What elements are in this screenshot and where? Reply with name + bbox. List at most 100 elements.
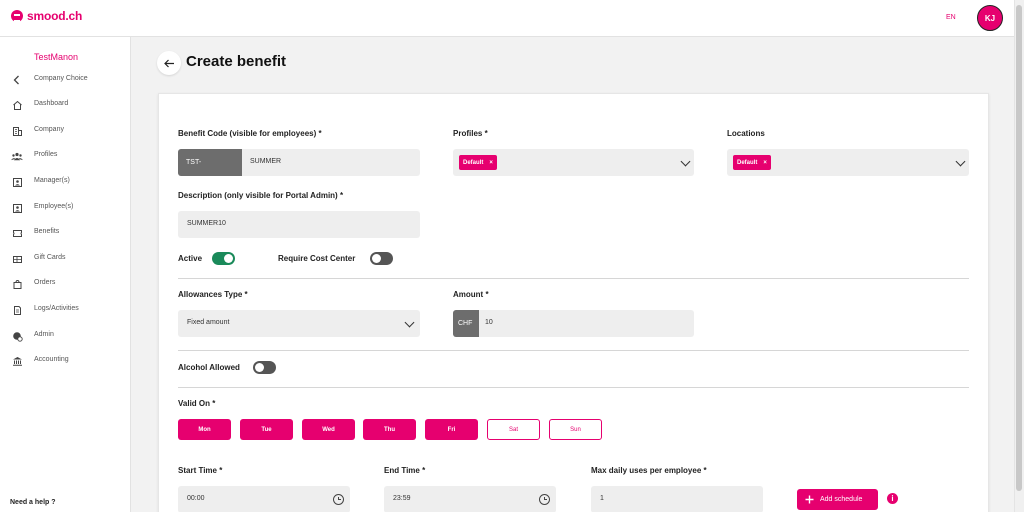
alcohol-allowed-label: Alcohol Allowed: [178, 363, 240, 372]
arrow-left-icon: [163, 59, 174, 67]
section-divider: [178, 387, 969, 388]
sidebar-item-managers[interactable]: Manager(s): [11, 175, 70, 189]
benefit-code-field[interactable]: TST- SUMMER: [178, 149, 420, 176]
day-tue-button[interactable]: Tue: [240, 419, 293, 440]
sidebar-item-label: Dashboard: [34, 100, 69, 107]
profile-chip[interactable]: Default ×: [459, 155, 497, 170]
help-link[interactable]: Need a help ?: [10, 499, 56, 506]
day-wed-button[interactable]: Wed: [302, 419, 355, 440]
chevron-down-icon[interactable]: [404, 317, 415, 328]
add-schedule-button[interactable]: Add schedule: [797, 489, 878, 510]
end-time-label: End Time *: [384, 466, 426, 475]
gift-card-icon: [11, 253, 23, 265]
profiles-select[interactable]: Default ×: [453, 149, 694, 176]
description-value: SUMMER10: [187, 220, 226, 227]
benefit-code-label: Benefit Code (visible for employees) *: [178, 129, 322, 138]
allowances-type-label: Allowances Type *: [178, 290, 248, 299]
plus-icon: [805, 495, 814, 504]
amount-input[interactable]: CHF 10: [453, 310, 694, 337]
sidebar-item-label: Profiles: [34, 151, 58, 158]
toggle-knob: [372, 254, 381, 263]
day-fri-button[interactable]: Fri: [425, 419, 478, 440]
day-sat-button[interactable]: Sat: [487, 419, 540, 440]
toggle-knob: [224, 254, 233, 263]
end-time-value: 23:59: [393, 495, 411, 502]
user-avatar[interactable]: KJ: [977, 5, 1003, 31]
clock-icon[interactable]: [333, 494, 344, 505]
active-toggle[interactable]: [212, 252, 235, 265]
max-daily-uses-input[interactable]: 1: [591, 486, 763, 512]
locations-select[interactable]: Default ×: [727, 149, 969, 176]
end-time-input[interactable]: 23:59: [384, 486, 556, 512]
sidebar: TestManon Company Choice Dashboard Compa…: [0, 37, 131, 512]
max-daily-uses-label: Max daily uses per employee *: [591, 466, 707, 475]
page-title: Create benefit: [186, 53, 287, 70]
start-time-label: Start Time *: [178, 466, 223, 475]
brand-name: smood.ch: [27, 9, 83, 23]
brand-logo[interactable]: smood.ch: [11, 9, 82, 23]
bank-icon: [11, 355, 23, 367]
scrollbar-thumb[interactable]: [1016, 5, 1022, 491]
profile-chip-label: Default: [463, 159, 484, 166]
admin-globe-icon: [11, 330, 23, 342]
sidebar-item-label: Manager(s): [34, 177, 70, 184]
sidebar-item-label: Orders: [34, 279, 56, 286]
sidebar-item-benefits[interactable]: Benefits: [11, 226, 59, 240]
sidebar-item-label: Logs/Activities: [34, 305, 79, 312]
sidebar-item-label: Company Choice: [34, 75, 88, 82]
shopping-bag-icon: [11, 278, 23, 290]
amount-currency: CHF: [453, 310, 479, 337]
info-icon[interactable]: i: [887, 493, 898, 504]
description-input[interactable]: SUMMER10: [178, 211, 420, 238]
location-chip-label: Default: [737, 159, 758, 166]
ticket-icon: [11, 227, 23, 239]
chip-remove-icon[interactable]: ×: [489, 160, 493, 166]
require-cost-center-label: Require Cost Center: [278, 254, 356, 263]
back-button[interactable]: [157, 51, 181, 75]
day-sun-button[interactable]: Sun: [549, 419, 602, 440]
sidebar-item-gift-cards[interactable]: Gift Cards: [11, 252, 66, 266]
benefit-code-value: SUMMER: [250, 158, 282, 165]
section-divider: [178, 278, 969, 279]
require-cost-center-toggle[interactable]: [370, 252, 393, 265]
chevron-down-icon[interactable]: [680, 156, 691, 167]
allowances-type-select[interactable]: Fixed amount: [178, 310, 420, 337]
start-time-input[interactable]: 00:00: [178, 486, 350, 512]
sidebar-item-profiles[interactable]: Profiles: [11, 149, 57, 163]
allowances-type-value: Fixed amount: [187, 319, 230, 326]
toggle-knob: [255, 363, 264, 372]
chevron-down-icon[interactable]: [955, 156, 966, 167]
add-schedule-label: Add schedule: [820, 496, 863, 503]
sidebar-item-company-choice[interactable]: Company Choice: [11, 73, 88, 87]
amount-value: 10: [485, 319, 493, 326]
location-chip[interactable]: Default ×: [733, 155, 771, 170]
language-switcher[interactable]: EN: [946, 14, 956, 21]
sidebar-item-accounting[interactable]: Accounting: [11, 354, 69, 368]
clock-icon[interactable]: [539, 494, 550, 505]
sidebar-company-name: TestManon: [34, 52, 79, 62]
sidebar-item-orders[interactable]: Orders: [11, 277, 55, 291]
active-label: Active: [178, 254, 203, 263]
sidebar-item-company[interactable]: Company: [11, 124, 64, 138]
day-mon-button[interactable]: Mon: [178, 419, 231, 440]
sidebar-item-employees[interactable]: Employee(s): [11, 201, 73, 215]
sidebar-item-dashboard[interactable]: Dashboard: [11, 98, 68, 112]
users-group-icon: [11, 150, 23, 162]
description-label: Description (only visible for Portal Adm…: [178, 191, 344, 200]
sidebar-item-label: Gift Cards: [34, 254, 66, 261]
chip-remove-icon[interactable]: ×: [763, 160, 767, 166]
valid-on-label: Valid On *: [178, 399, 216, 408]
benefit-code-prefix: TST-: [178, 149, 242, 176]
max-daily-uses-value: 1: [600, 495, 604, 502]
home-icon: [11, 99, 23, 111]
alcohol-allowed-toggle[interactable]: [253, 361, 276, 374]
sidebar-item-label: Admin: [34, 331, 54, 338]
sidebar-item-label: Company: [34, 126, 64, 133]
section-divider: [178, 350, 969, 351]
locations-label: Locations: [727, 129, 765, 138]
start-time-value: 00:00: [187, 495, 205, 502]
sidebar-item-logs-activities[interactable]: Logs/Activities: [11, 303, 79, 317]
sidebar-item-admin[interactable]: Admin: [11, 329, 54, 343]
profiles-label: Profiles *: [453, 129, 488, 138]
day-thu-button[interactable]: Thu: [363, 419, 416, 440]
